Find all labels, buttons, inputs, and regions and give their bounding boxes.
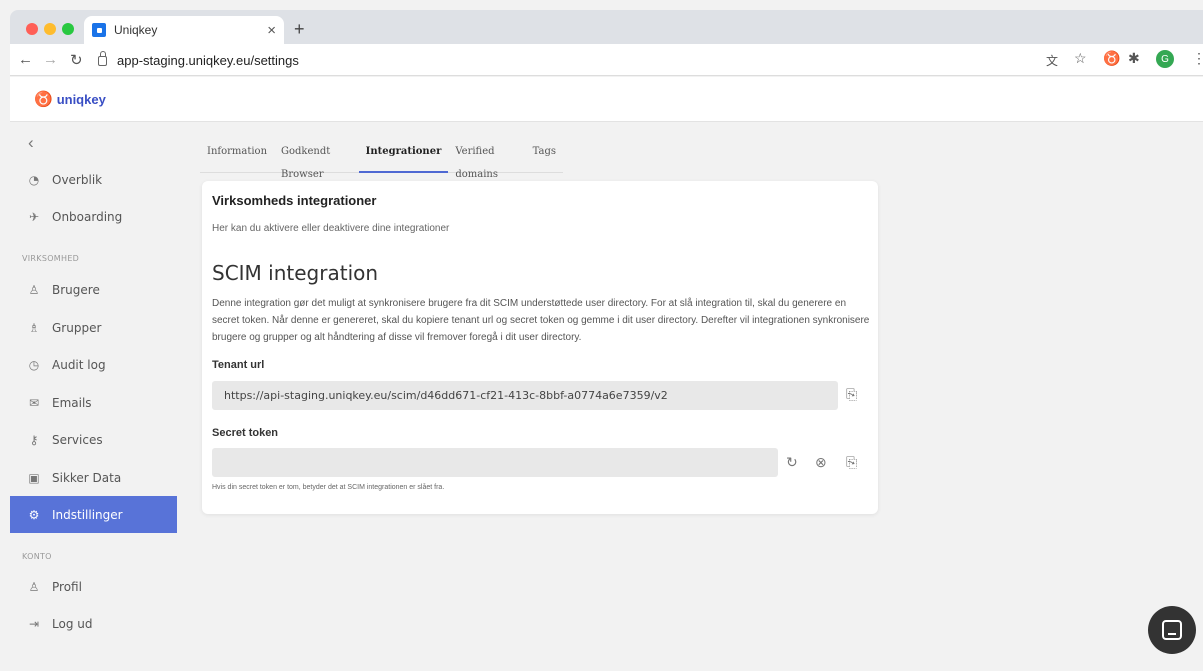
sidebar-item-label: Overblik	[52, 172, 103, 187]
sidebar-item-label: Indstillinger	[52, 507, 123, 522]
mail-icon: ✉	[28, 395, 40, 410]
sidebar-item-onboarding[interactable]: ✈ Onboarding	[10, 198, 177, 235]
browser-tab-title: Uniqkey	[114, 23, 158, 37]
sidebar-item-emails[interactable]: ✉ Emails	[10, 384, 177, 421]
gear-icon: ⚙	[28, 507, 40, 522]
sidebar-item-label: Log ud	[52, 616, 93, 631]
forward-arrow-icon[interactable]: →	[43, 51, 58, 68]
collapse-sidebar-icon[interactable]: ‹	[28, 133, 34, 153]
window-zoom-button[interactable]	[62, 23, 74, 35]
sidebar-item-label: Brugere	[52, 282, 100, 297]
tab-integrationer[interactable]: Integrationer	[358, 140, 449, 173]
back-arrow-icon[interactable]: ←	[18, 51, 33, 68]
tab-tags[interactable]: Tags	[526, 140, 563, 173]
tenant-url-label: Tenant url	[212, 359, 265, 371]
translate-icon[interactable]: ⽂	[1046, 52, 1058, 69]
sidebar-item-label: Profil	[52, 579, 82, 594]
address-bar[interactable]: app-staging.uniqkey.eu/settings	[98, 49, 1028, 71]
sidebar-item-sikker-data[interactable]: ▣ Sikker Data	[10, 459, 177, 496]
sidebar-item-overblik[interactable]: ◔ Overblik	[10, 161, 177, 198]
sidebar-item-label: Audit log	[52, 357, 106, 372]
browser-tabstrip: Uniqkey × +	[10, 10, 1203, 44]
uniqkey-extension-icon[interactable]: ♉	[1103, 50, 1120, 67]
card-subtitle: Her kan du aktivere eller deaktivere din…	[212, 223, 450, 234]
section-label-virksomhed: VIRKSOMHED	[22, 254, 80, 263]
sidebar-item-profil[interactable]: ♙ Profil	[10, 568, 177, 605]
settings-tabs: Information Godkendt Browser Integration…	[200, 140, 563, 180]
sidebar-item-audit-log[interactable]: ◷ Audit log	[10, 346, 177, 383]
browser-tab[interactable]: Uniqkey ×	[84, 16, 284, 44]
uniqkey-logo-icon: ♉	[34, 91, 53, 108]
chat-icon	[1162, 620, 1182, 640]
section-label-konto: KONTO	[22, 552, 52, 561]
card-title: Virksomheds integrationer	[212, 193, 377, 208]
logo-text: uniqkey	[56, 91, 106, 107]
sidebar-item-label: Services	[52, 432, 103, 447]
groups-icon: ♗	[28, 320, 40, 335]
scim-description: Denne integration gør det muligt at synk…	[212, 298, 870, 343]
address-url: app-staging.uniqkey.eu/settings	[117, 52, 299, 68]
tenant-url-field[interactable]: https://api-staging.uniqkey.eu/scim/d46d…	[212, 381, 838, 410]
tab-close-icon[interactable]: ×	[267, 22, 276, 39]
sidebar-item-log-ud[interactable]: ⇥ Log ud	[10, 605, 177, 642]
window-minimize-button[interactable]	[44, 23, 56, 35]
sidebar-item-brugere[interactable]: ♙ Brugere	[10, 271, 177, 308]
regenerate-token-icon[interactable]: ↻	[786, 454, 798, 471]
key-icon: ⚷	[29, 432, 39, 447]
uniqkey-favicon-icon	[92, 23, 106, 37]
sidebar-item-label: Sikker Data	[52, 470, 122, 485]
sidebar-item-label: Grupper	[52, 320, 102, 335]
sidebar-item-services[interactable]: ⚷ Services	[10, 421, 177, 458]
app-logo[interactable]: ♉ uniqkey	[34, 90, 106, 108]
tab-godkendt-browser[interactable]: Godkendt Browser	[274, 140, 359, 180]
copy-secret-token-icon[interactable]: ⎘	[846, 454, 857, 471]
clock-icon: ◷	[28, 357, 40, 372]
sidebar: ‹ ◔ Overblik ✈ Onboarding VIRKSOMHED ♙ B…	[10, 123, 177, 671]
lock-icon	[98, 51, 107, 66]
secret-token-label: Secret token	[212, 427, 279, 439]
browser-toolbar: ← → ↻ app-staging.uniqkey.eu/settings ⽂ …	[10, 44, 1203, 76]
logout-icon: ⇥	[28, 616, 40, 631]
reload-icon[interactable]: ↻	[70, 51, 83, 69]
sidebar-item-indstillinger[interactable]: ⚙ Indstillinger	[10, 496, 177, 533]
rocket-icon: ✈	[28, 209, 40, 224]
bookmark-star-icon[interactable]: ☆	[1074, 50, 1087, 67]
new-tab-button[interactable]: +	[294, 19, 305, 40]
integrations-card: Virksomheds integrationer Her kan du akt…	[202, 181, 878, 514]
tab-information[interactable]: Information	[200, 140, 274, 173]
user-icon: ♙	[28, 579, 40, 594]
scim-title: SCIM integration	[212, 261, 379, 285]
secret-token-hint: Hvis din secret token er tom, betyder de…	[212, 484, 445, 491]
window-close-button[interactable]	[26, 23, 38, 35]
sidebar-item-label: Emails	[52, 395, 92, 410]
gauge-icon: ◔	[28, 172, 40, 187]
secret-token-field[interactable]	[212, 448, 778, 477]
extensions-puzzle-icon[interactable]: ✱	[1128, 50, 1140, 67]
clear-token-icon[interactable]: ⊗	[815, 454, 827, 471]
briefcase-icon: ▣	[28, 470, 40, 485]
copy-tenant-url-icon[interactable]: ⎘	[846, 386, 857, 403]
users-icon: ♙	[28, 282, 40, 297]
app-header: ♉ uniqkey	[10, 77, 1203, 122]
sidebar-item-label: Onboarding	[52, 209, 123, 224]
tab-verified-domains[interactable]: Verified domains	[448, 140, 525, 180]
sidebar-item-grupper[interactable]: ♗ Grupper	[10, 309, 177, 346]
more-menu-icon[interactable]: ⋮	[1192, 50, 1203, 67]
chat-widget-button[interactable]	[1148, 606, 1196, 654]
profile-avatar[interactable]: G	[1156, 50, 1174, 68]
